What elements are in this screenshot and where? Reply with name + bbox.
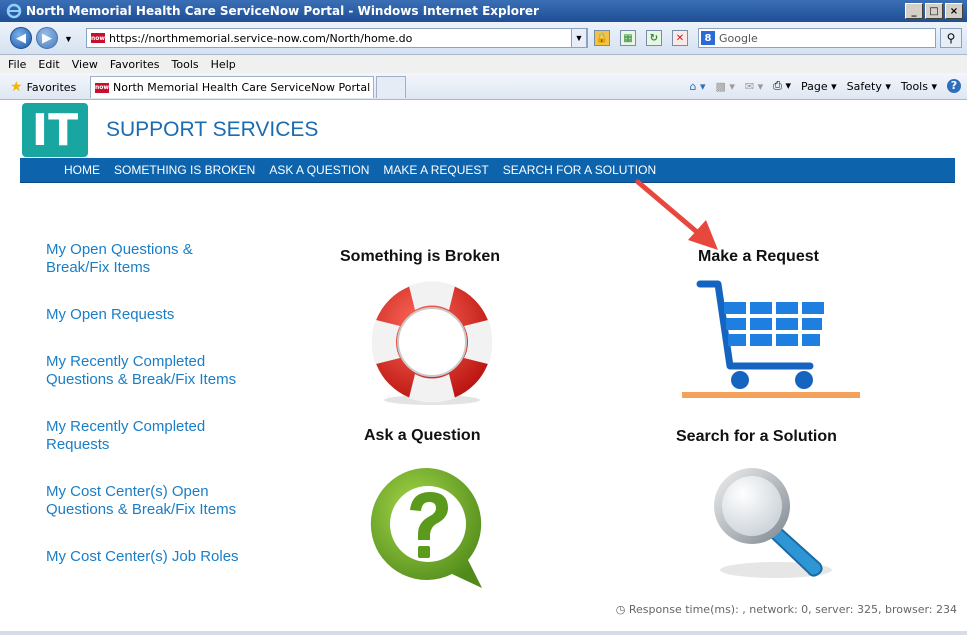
close-button[interactable]: × — [945, 3, 963, 19]
servicenow-favicon-icon: now — [91, 33, 105, 43]
brand-title: SUPPORT SERVICES — [106, 118, 319, 141]
response-time-status: ◷ Response time(ms): , network: 0, serve… — [616, 603, 957, 616]
link-open-requests[interactable]: My Open Requests — [46, 306, 246, 324]
browser-tab[interactable]: now North Memorial Health Care ServiceNo… — [90, 76, 374, 98]
favorites-label: Favorites — [26, 80, 77, 94]
ie-logo-icon — [6, 3, 22, 19]
help-icon[interactable]: ? — [947, 79, 961, 93]
menu-favorites[interactable]: Favorites — [110, 58, 160, 71]
link-cost-center-job-roles[interactable]: My Cost Center(s) Job Roles — [46, 548, 246, 566]
favorites-button[interactable]: ★ Favorites — [10, 79, 76, 95]
nav-search-for-a-solution[interactable]: SEARCH FOR A SOLUTION — [503, 163, 656, 177]
nav-something-is-broken[interactable]: SOMETHING IS BROKEN — [114, 163, 255, 177]
window-title: North Memorial Health Care ServiceNow Po… — [26, 4, 539, 18]
nav-ask-a-question[interactable]: ASK A QUESTION — [269, 163, 369, 177]
link-open-questions[interactable]: My Open Questions & Break/Fix Items — [46, 241, 246, 277]
lock-icon[interactable]: 🔒 — [594, 30, 610, 46]
servicenow-favicon-icon: now — [95, 82, 109, 93]
search-placeholder: Google — [719, 31, 758, 45]
refresh-icon[interactable]: ↻ — [646, 30, 662, 46]
back-button[interactable]: ◀ — [10, 27, 32, 49]
google-icon: 8 — [701, 31, 715, 45]
clock-icon: ◷ — [615, 603, 626, 616]
link-recent-completed-requests[interactable]: My Recently Completed Requests — [46, 418, 246, 454]
nav-make-a-request[interactable]: MAKE A REQUEST — [383, 163, 488, 177]
nav-home[interactable]: HOME — [64, 163, 100, 177]
new-tab-button[interactable] — [376, 76, 406, 98]
mail-icon[interactable]: ✉ ▾ — [745, 80, 763, 93]
home-icon[interactable]: ⌂ ▾ — [689, 80, 705, 93]
browser-navbar: ◀ ▶ ▼ now https://northmemorial.service-… — [0, 22, 967, 55]
left-links: My Open Questions & Break/Fix Items My O… — [46, 241, 246, 595]
favorites-bar: ★ Favorites now North Memorial Health Ca… — [0, 73, 967, 100]
portal-page: IT SUPPORT SERVICES HOME SOMETHING IS BR… — [10, 100, 957, 630]
address-dropdown-icon[interactable]: ▼ — [571, 28, 587, 48]
link-recent-completed-questions[interactable]: My Recently Completed Questions & Break/… — [46, 353, 246, 389]
menu-edit[interactable]: Edit — [38, 58, 59, 71]
menu-tools[interactable]: Tools — [172, 58, 199, 71]
page-menu[interactable]: Page ▾ — [801, 80, 837, 93]
tools-menu[interactable]: Tools ▾ — [901, 80, 937, 93]
heading-search-for-a-solution[interactable]: Search for a Solution — [676, 428, 837, 446]
search-input[interactable]: 8 Google — [698, 28, 936, 48]
tab-title: North Memorial Health Care ServiceNow Po… — [113, 81, 371, 94]
address-url: https://northmemorial.service-now.com/No… — [109, 31, 413, 45]
menu-view[interactable]: View — [72, 58, 98, 71]
it-logo[interactable]: IT — [22, 103, 88, 157]
magnifier-icon[interactable] — [704, 466, 838, 582]
menu-bar: File Edit View Favorites Tools Help — [0, 55, 967, 73]
link-cost-center-open-questions[interactable]: My Cost Center(s) Open Questions & Break… — [46, 483, 246, 519]
address-field[interactable]: now https://northmemorial.service-now.co… — [86, 28, 588, 48]
question-mark-icon[interactable] — [368, 464, 488, 590]
response-time-text: Response time(ms): , network: 0, server:… — [628, 603, 957, 616]
command-bar: ⌂ ▾ ▩ ▾ ✉ ▾ ⎙ ▾ Page ▾ Safety ▾ Tools ▾ … — [689, 79, 961, 93]
browser-statusbar — [0, 631, 967, 635]
heading-make-a-request[interactable]: Make a Request — [698, 248, 819, 266]
search-button[interactable]: ⚲ — [940, 28, 962, 48]
menu-help[interactable]: Help — [211, 58, 236, 71]
compatibility-view-icon[interactable]: ▦ — [620, 30, 636, 46]
maximize-button[interactable]: □ — [925, 3, 943, 19]
safety-menu[interactable]: Safety ▾ — [847, 80, 891, 93]
menu-file[interactable]: File — [8, 58, 26, 71]
window-titlebar: North Memorial Health Care ServiceNow Po… — [0, 0, 967, 22]
feeds-icon[interactable]: ▩ ▾ — [716, 80, 735, 93]
heading-ask-a-question[interactable]: Ask a Question — [364, 427, 480, 445]
history-dropdown-icon[interactable]: ▼ — [64, 34, 73, 44]
stop-icon[interactable]: ✕ — [672, 30, 688, 46]
shopping-cart-icon[interactable] — [678, 276, 862, 400]
star-icon: ★ — [10, 79, 23, 95]
heading-something-is-broken[interactable]: Something is Broken — [340, 248, 500, 266]
print-icon[interactable]: ⎙ ▾ — [773, 79, 791, 93]
site-nav: HOME SOMETHING IS BROKEN ASK A QUESTION … — [20, 158, 955, 183]
forward-button[interactable]: ▶ — [36, 27, 58, 49]
lifebuoy-icon[interactable] — [364, 280, 500, 406]
window-controls: _ □ × — [905, 3, 963, 19]
minimize-button[interactable]: _ — [905, 3, 923, 19]
